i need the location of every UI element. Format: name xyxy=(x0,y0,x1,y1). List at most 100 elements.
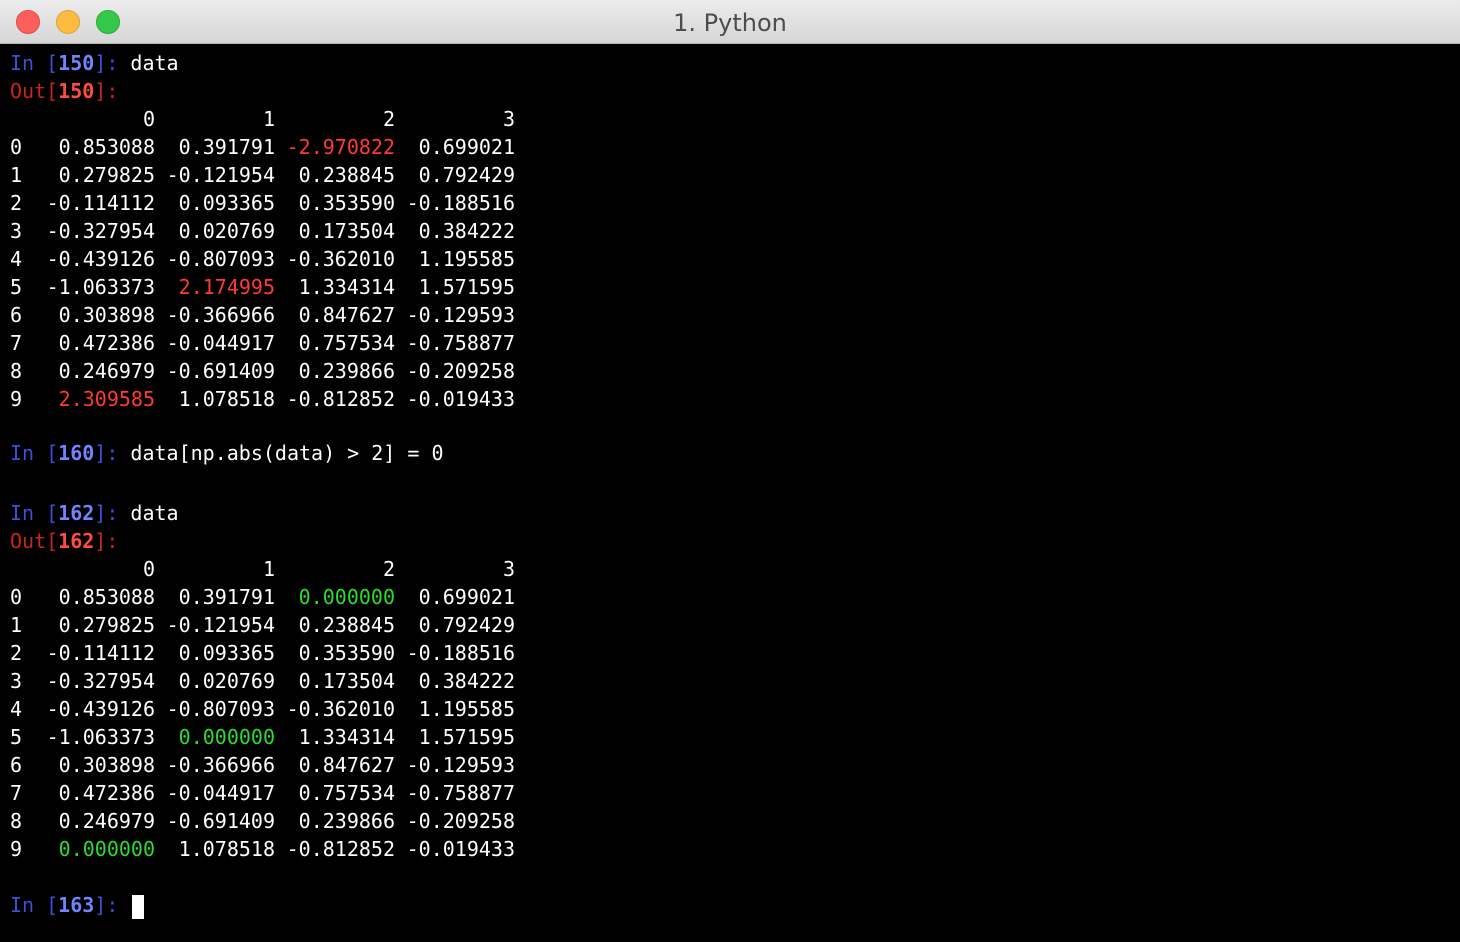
terminal-window: 1. Python In [150]: data Out[150]: 0 1 2 3 0… xyxy=(0,0,1460,942)
table-cell: 1.571595 xyxy=(418,725,515,749)
table-row: 5 -1.063373 2.174995 1.334314 1.571595 xyxy=(10,273,515,301)
row-index: 1 xyxy=(10,613,23,637)
table-cell: 0.000000 xyxy=(58,837,155,861)
table-cell: 0.279825 xyxy=(58,163,155,187)
table-cell: 1.571595 xyxy=(418,275,515,299)
table-cell: -0.129593 xyxy=(406,303,515,327)
row-index: 5 xyxy=(10,725,23,749)
table-cell: 0.384222 xyxy=(418,669,515,693)
table-cell: -0.209258 xyxy=(406,809,515,833)
table-cell: 0.000000 xyxy=(178,725,275,749)
table-row: 1 0.279825 -0.121954 0.238845 0.792429 xyxy=(10,161,515,189)
table-cell: -0.812852 xyxy=(286,387,395,411)
table-cell: -0.327954 xyxy=(46,669,155,693)
table-row: 9 2.309585 1.078518 -0.812852 -0.019433 xyxy=(10,385,515,413)
table-cell: -0.758877 xyxy=(406,331,515,355)
table-row: 4 -0.439126 -0.807093 -0.362010 1.195585 xyxy=(10,695,515,723)
output-prompt-line: Out[150]: xyxy=(10,77,118,105)
prompt-out-suffix: ]: xyxy=(94,79,119,103)
row-index: 7 xyxy=(10,781,23,805)
table-cell: -0.807093 xyxy=(166,697,275,721)
table-cell: 0.239866 xyxy=(298,359,395,383)
table-cell: -0.366966 xyxy=(166,303,275,327)
table-cell: -0.807093 xyxy=(166,247,275,271)
table-cell: 2.174995 xyxy=(178,275,275,299)
table-cell: -0.327954 xyxy=(46,219,155,243)
input-prompt-line: In [162]: data xyxy=(10,499,179,527)
table-cell: -0.758877 xyxy=(406,781,515,805)
table-cell: 0.792429 xyxy=(418,163,515,187)
text-cursor xyxy=(132,894,145,919)
prompt-in-prefix: In [ xyxy=(10,51,59,75)
prompt-in-number: 163 xyxy=(58,893,95,917)
table-row: 5 -1.063373 0.000000 1.334314 1.571595 xyxy=(10,723,515,751)
prompt-out-number: 162 xyxy=(58,529,95,553)
table-cell: 0.303898 xyxy=(58,753,155,777)
column-header: 2 xyxy=(382,107,395,131)
column-header: 2 xyxy=(382,557,395,581)
row-index: 5 xyxy=(10,275,23,299)
table-cell: 0.000000 xyxy=(298,585,395,609)
row-index: 0 xyxy=(10,135,23,159)
table-cell: -2.970822 xyxy=(286,135,395,159)
table-cell: 0.757534 xyxy=(298,331,395,355)
row-index: 1 xyxy=(10,163,23,187)
table-cell: 1.195585 xyxy=(418,697,515,721)
table-cell: 0.391791 xyxy=(178,585,275,609)
table-cell: 0.699021 xyxy=(418,135,515,159)
row-index: 7 xyxy=(10,331,23,355)
table-row: 6 0.303898 -0.366966 0.847627 -0.129593 xyxy=(10,751,515,779)
prompt-in-prefix: In [ xyxy=(10,893,59,917)
table-cell: 0.246979 xyxy=(58,359,155,383)
active-input-line[interactable]: In [163]: xyxy=(10,891,145,919)
table-cell: 0.238845 xyxy=(298,163,395,187)
column-header: 0 xyxy=(142,557,155,581)
table-cell: -0.439126 xyxy=(46,697,155,721)
prompt-in-suffix: ]: xyxy=(94,51,131,75)
table-cell: 1.195585 xyxy=(418,247,515,271)
prompt-in-suffix: ]: xyxy=(94,893,131,917)
row-index: 4 xyxy=(10,697,23,721)
table-cell: 0.093365 xyxy=(178,191,275,215)
table-cell: 0.847627 xyxy=(298,753,395,777)
table-cell: -0.129593 xyxy=(406,753,515,777)
table-cell: 0.757534 xyxy=(298,781,395,805)
table-cell: 1.334314 xyxy=(298,725,395,749)
table-row: 7 0.472386 -0.044917 0.757534 -0.758877 xyxy=(10,779,515,807)
table-cell: -0.812852 xyxy=(286,837,395,861)
table-row: 0 0.853088 0.391791 -2.970822 0.699021 xyxy=(10,133,515,161)
table-cell: 0.847627 xyxy=(298,303,395,327)
input-prompt-line: In [150]: data xyxy=(10,49,179,77)
window-title: 1. Python xyxy=(673,9,787,37)
prompt-out-suffix: ]: xyxy=(94,529,119,553)
table-row: 7 0.472386 -0.044917 0.757534 -0.758877 xyxy=(10,329,515,357)
table-row: 9 0.000000 1.078518 -0.812852 -0.019433 xyxy=(10,835,515,863)
row-index: 6 xyxy=(10,303,23,327)
row-index: 3 xyxy=(10,669,23,693)
table-cell: 0.384222 xyxy=(418,219,515,243)
table-cell: -0.114112 xyxy=(46,641,155,665)
prompt-in-suffix: ]: xyxy=(94,441,131,465)
table-cell: -0.209258 xyxy=(406,359,515,383)
table-cell: 0.353590 xyxy=(298,641,395,665)
column-header: 3 xyxy=(502,107,515,131)
table-header-row: 0 1 2 3 xyxy=(10,105,515,133)
prompt-in-number: 162 xyxy=(58,501,95,525)
row-index: 3 xyxy=(10,219,23,243)
table-cell: -0.366966 xyxy=(166,753,275,777)
table-cell: -0.188516 xyxy=(406,641,515,665)
table-row: 2 -0.114112 0.093365 0.353590 -0.188516 xyxy=(10,639,515,667)
table-row: 8 0.246979 -0.691409 0.239866 -0.209258 xyxy=(10,357,515,385)
title-bar[interactable]: 1. Python xyxy=(0,0,1460,44)
input-prompt-line: In [160]: data[np.abs(data) > 2] = 0 xyxy=(10,439,444,467)
table-cell: -0.188516 xyxy=(406,191,515,215)
row-index: 2 xyxy=(10,191,23,215)
table-row: 2 -0.114112 0.093365 0.353590 -0.188516 xyxy=(10,189,515,217)
terminal-output[interactable]: In [150]: data Out[150]: 0 1 2 3 0 0.853088 0.… xyxy=(0,45,1460,942)
table-cell: -1.063373 xyxy=(46,725,155,749)
column-header: 1 xyxy=(262,107,275,131)
prompt-in-number: 160 xyxy=(58,441,95,465)
row-index: 9 xyxy=(10,837,23,861)
column-header: 3 xyxy=(502,557,515,581)
table-cell: -0.691409 xyxy=(166,359,275,383)
